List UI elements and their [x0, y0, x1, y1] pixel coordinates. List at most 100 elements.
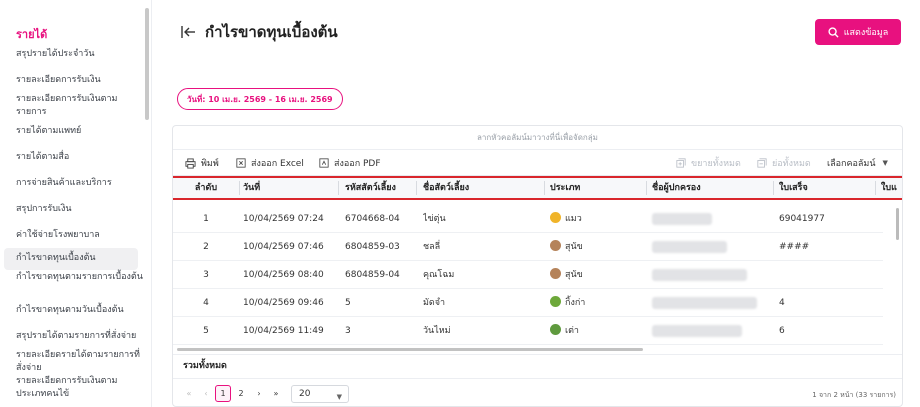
- grid-horizontal-scrollbar[interactable]: [177, 348, 643, 351]
- chevron-down-icon: ▼: [336, 393, 342, 401]
- collapse-back-icon[interactable]: [180, 24, 196, 40]
- page-size-select[interactable]: 20 ▼: [291, 385, 349, 403]
- cell-pet-name: ชลลี่: [423, 242, 441, 252]
- table-row[interactable]: 4 10/04/2569 09:46 5 มัดจำ กิ้งก่า 4: [173, 289, 883, 317]
- column-divider[interactable]: [544, 181, 545, 195]
- column-header-receipt[interactable]: ใบเสร็จ: [779, 176, 874, 200]
- cell-date: 10/04/2569 11:49: [243, 326, 324, 336]
- sidebar-item-income-details-by-order[interactable]: รายละเอียดรายได้ตามรายการที่สั่งจ่าย: [16, 349, 144, 375]
- column-header-pet-name[interactable]: ชื่อสัตว์เลี้ยง: [423, 176, 543, 200]
- column-divider[interactable]: [875, 181, 876, 195]
- column-header-owner-name[interactable]: ชื่อผู้ปกครอง: [652, 176, 772, 200]
- sidebar-item-payment-details-by-item[interactable]: รายละเอียดการรับเงินตามรายการ: [16, 93, 144, 119]
- grid-toolbar: พิมพ์ ส่งออก Excel ส่งออก PDF ขยายทั้งหม…: [173, 150, 902, 174]
- cell-pet-name: คุณโฉม: [423, 270, 455, 280]
- sidebar-item-payment-summary[interactable]: สรุปการรับเงิน: [16, 203, 144, 216]
- show-data-button[interactable]: แสดงข้อมูล: [815, 19, 901, 45]
- cell-no: 5: [203, 326, 209, 336]
- expand-all-button[interactable]: ขยายทั้งหมด: [676, 156, 741, 170]
- group-panel[interactable]: ลากหัวคอลัมน์มาวางที่นี่เพื่อจัดกลุ่ม: [173, 126, 902, 150]
- sidebar-item-profit-loss-by-item[interactable]: กำไรขาดทุนตามรายการเบื้องต้น: [16, 271, 144, 284]
- sidebar-item-profit-loss-by-day[interactable]: กำไรขาดทุนตามวันเบื้องต้น: [16, 304, 144, 317]
- table-row[interactable]: 1 10/04/2569 07:24 6704668-04 ไข่ตุ่น แม…: [173, 205, 883, 233]
- cell-pet-code: 6804859-03: [345, 242, 400, 252]
- print-button[interactable]: พิมพ์: [185, 156, 219, 170]
- redacted-owner-name: [652, 297, 757, 309]
- sidebar-item-income-summary-by-order[interactable]: สรุปรายได้ตามรายการที่สั่งจ่าย: [16, 330, 144, 343]
- cell-type: สุนัข: [550, 261, 645, 289]
- excel-file-icon: [236, 158, 246, 168]
- cell-no: 1: [203, 214, 209, 224]
- cell-no: 2: [203, 242, 209, 252]
- cell-receipt: ####: [779, 242, 810, 252]
- collapse-all-button[interactable]: ย่อทั้งหมด: [757, 156, 811, 170]
- column-header-no[interactable]: ลำดับ: [173, 176, 239, 200]
- export-pdf-label: ส่งออก PDF: [334, 159, 381, 169]
- page-1-button[interactable]: 1: [215, 385, 231, 402]
- last-page-button[interactable]: »: [268, 385, 284, 402]
- redacted-owner-name: [652, 269, 747, 281]
- table-row[interactable]: 3 10/04/2569 08:40 6804859-04 คุณโฉม สุน…: [173, 261, 883, 289]
- cell-pet-name: มัดจำ: [423, 298, 446, 308]
- sidebar-item-preliminary-profit-loss[interactable]: กำไรขาดทุนเบื้องต้น: [4, 248, 138, 270]
- page-2-button[interactable]: 2: [233, 385, 249, 402]
- grid-header-row: ลำดับ วันที่ รหัสสัตว์เลี้ยง ชื่อสัตว์เล…: [173, 175, 902, 200]
- sidebar-item-goods-services-dispense[interactable]: การจ่ายสินค้าและบริการ: [16, 177, 144, 190]
- sidebar-item-payment-details[interactable]: รายละเอียดการรับเงิน: [16, 74, 144, 87]
- first-page-button[interactable]: «: [181, 385, 197, 402]
- cell-receipt: 4: [779, 298, 785, 308]
- search-icon: [828, 26, 839, 38]
- pagination: « ‹ 1 2 › » 20 ▼ 1 จาก 2 หน้า (33 รายการ…: [173, 378, 902, 406]
- export-excel-button[interactable]: ส่งออก Excel: [236, 156, 304, 170]
- grid-vertical-scrollbar[interactable]: [896, 208, 899, 240]
- date-range-chip[interactable]: วันที่: 10 เม.ย. 2569 - 16 เม.ย. 2569: [177, 88, 343, 110]
- expand-all-label: ขยายทั้งหมด: [691, 159, 741, 169]
- page-size-value: 20: [299, 389, 311, 399]
- cell-pet-code: 6804859-04: [345, 270, 400, 280]
- lizard-icon: [550, 296, 561, 307]
- column-divider[interactable]: [416, 181, 417, 195]
- cell-pet-code: 5: [345, 298, 351, 308]
- cell-date: 10/04/2569 07:46: [243, 242, 324, 252]
- cell-type-label: แมว: [565, 214, 582, 224]
- column-header-date[interactable]: วันที่: [243, 176, 337, 200]
- cell-receipt: 6: [779, 326, 785, 336]
- column-header-pet-code[interactable]: รหัสสัตว์เลี้ยง: [345, 176, 417, 200]
- cell-type-label: เต่า: [565, 326, 579, 336]
- sidebar-item-income-by-media[interactable]: รายได้ตามสื่อ: [16, 151, 144, 164]
- column-header-type[interactable]: ประเภท: [550, 176, 645, 200]
- prev-page-button[interactable]: ‹: [198, 385, 214, 402]
- cell-no: 3: [203, 270, 209, 280]
- cell-date: 10/04/2569 07:24: [243, 214, 324, 224]
- cell-date: 10/04/2569 09:46: [243, 298, 324, 308]
- column-divider[interactable]: [239, 181, 240, 195]
- pdf-file-icon: [319, 158, 329, 168]
- cell-date: 10/04/2569 08:40: [243, 270, 324, 280]
- sidebar-item-hospital-expenses[interactable]: ค่าใช้จ่ายโรงพยาบาล: [16, 229, 144, 242]
- chevron-down-icon: ▼: [882, 159, 888, 167]
- cell-no: 4: [203, 298, 209, 308]
- column-header-overflow[interactable]: ใบแ: [881, 176, 902, 200]
- cell-type: แมว: [550, 205, 645, 233]
- column-divider[interactable]: [338, 181, 339, 195]
- cell-pet-code: 6704668-04: [345, 214, 400, 224]
- sidebar-item-payment-by-patient-type[interactable]: รายละเอียดการรับเงินตามประเภทคนไข้: [16, 375, 144, 401]
- column-divider[interactable]: [646, 181, 647, 195]
- sidebar-scrollbar[interactable]: [145, 8, 149, 120]
- printer-icon: [185, 157, 196, 169]
- app-root: รายได้ สรุปรายได้ประจำวัน รายละเอียดการร…: [0, 0, 920, 407]
- redacted-owner-name: [652, 325, 742, 337]
- sidebar-item-daily-income-summary[interactable]: สรุปรายได้ประจำวัน: [16, 48, 144, 61]
- expand-icon: [676, 158, 686, 168]
- table-row[interactable]: 5 10/04/2569 11:49 3 วันไหม่ เต่า 6: [173, 317, 883, 345]
- collapse-icon: [757, 158, 767, 168]
- export-pdf-button[interactable]: ส่งออก PDF: [319, 156, 381, 170]
- cell-type: สุนัข: [550, 233, 645, 261]
- cell-pet-name: วันไหม่: [423, 326, 451, 336]
- sidebar-section-title: รายได้: [16, 28, 48, 41]
- next-page-button[interactable]: ›: [251, 385, 267, 402]
- column-divider[interactable]: [773, 181, 774, 195]
- choose-columns-button[interactable]: เลือกคอลัมน์ ▼: [827, 156, 888, 170]
- table-row[interactable]: 2 10/04/2569 07:46 6804859-03 ชลลี่ สุนั…: [173, 233, 883, 261]
- sidebar-item-income-by-doctor[interactable]: รายได้ตามแพทย์: [16, 125, 144, 138]
